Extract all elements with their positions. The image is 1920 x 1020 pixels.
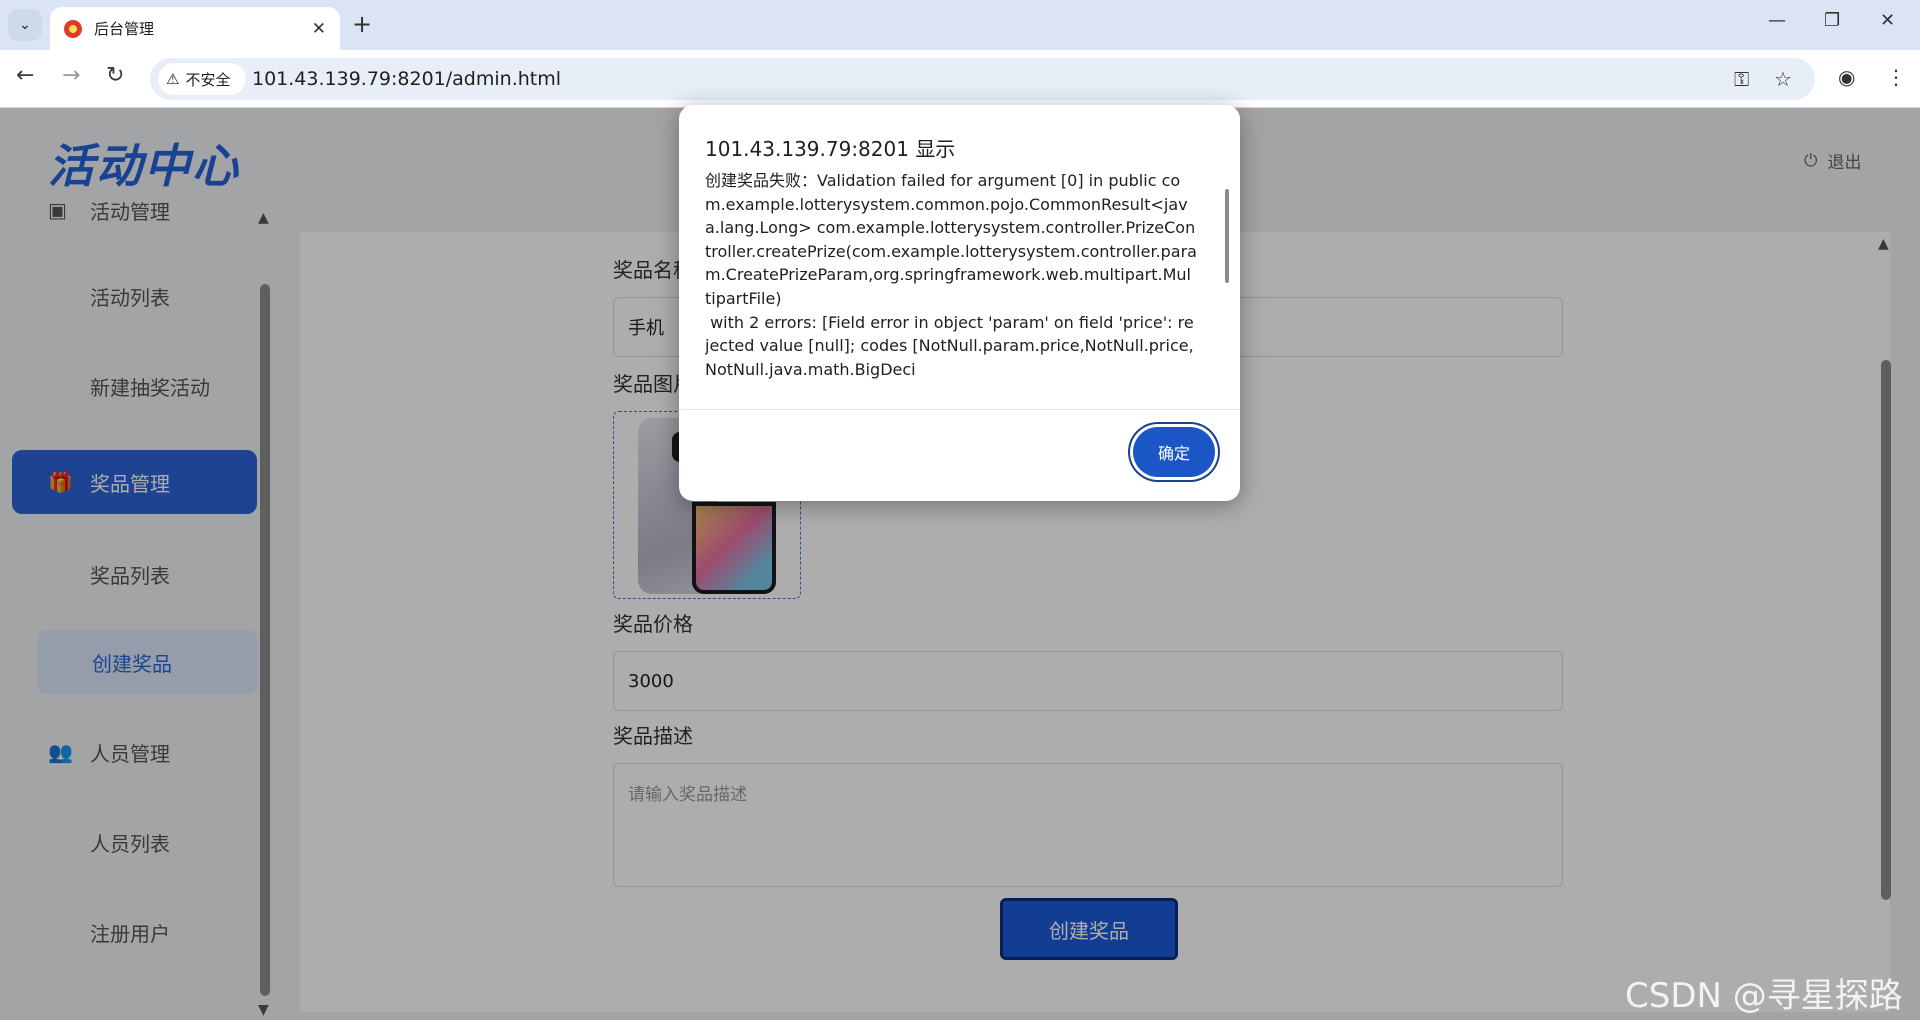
tab-search-button[interactable]: ⌄ [8, 9, 42, 41]
menu-dots-icon[interactable]: ⋮ [1886, 65, 1906, 89]
watermark: CSDN @寻星探路 [1625, 976, 1903, 1016]
dialog-divider [679, 409, 1240, 410]
warning-icon: ⚠ [166, 70, 180, 88]
address-bar[interactable]: ⚠ 不安全 101.43.139.79:8201/admin.html ⚿ ☆ [150, 58, 1815, 100]
ok-button[interactable]: 确定 [1133, 427, 1215, 477]
new-tab-button[interactable]: + [352, 12, 372, 36]
close-window-button[interactable]: ✕ [1880, 10, 1895, 31]
browser-tabstrip: ⌄ 后台管理 ✕ + — ❐ ✕ [0, 0, 1920, 50]
url-text[interactable]: 101.43.139.79:8201/admin.html [252, 68, 561, 90]
dialog-title: 101.43.139.79:8201 显示 [705, 137, 956, 161]
chevron-down-icon: ⌄ [19, 17, 31, 33]
tab-close-icon[interactable]: ✕ [312, 19, 326, 39]
back-arrow-icon[interactable]: ← [16, 64, 34, 88]
browser-tab[interactable]: 后台管理 ✕ [50, 7, 340, 50]
profile-icon[interactable]: ◉ [1838, 65, 1855, 89]
reload-icon[interactable]: ↻ [106, 64, 124, 88]
favicon-icon [64, 19, 82, 38]
star-icon[interactable]: ☆ [1774, 67, 1792, 91]
dialog-scrollbar[interactable] [1225, 189, 1229, 283]
forward-arrow-icon[interactable]: → [62, 64, 80, 88]
alert-dialog: 101.43.139.79:8201 显示 创建奖品失败：Validation … [679, 105, 1240, 501]
minimize-button[interactable]: — [1768, 10, 1786, 31]
restore-button[interactable]: ❐ [1824, 10, 1840, 31]
key-icon[interactable]: ⚿ [1734, 67, 1749, 91]
browser-toolbar: ← → ↻ ⚠ 不安全 101.43.139.79:8201/admin.htm… [0, 50, 1920, 108]
security-chip[interactable]: ⚠ 不安全 [158, 63, 246, 95]
tab-title: 后台管理 [94, 20, 155, 38]
dialog-message[interactable]: 创建奖品失败：Validation failed for argument [0… [705, 169, 1197, 409]
security-label: 不安全 [185, 70, 231, 89]
dialog-message-text: 创建奖品失败：Validation failed for argument [0… [705, 171, 1197, 379]
